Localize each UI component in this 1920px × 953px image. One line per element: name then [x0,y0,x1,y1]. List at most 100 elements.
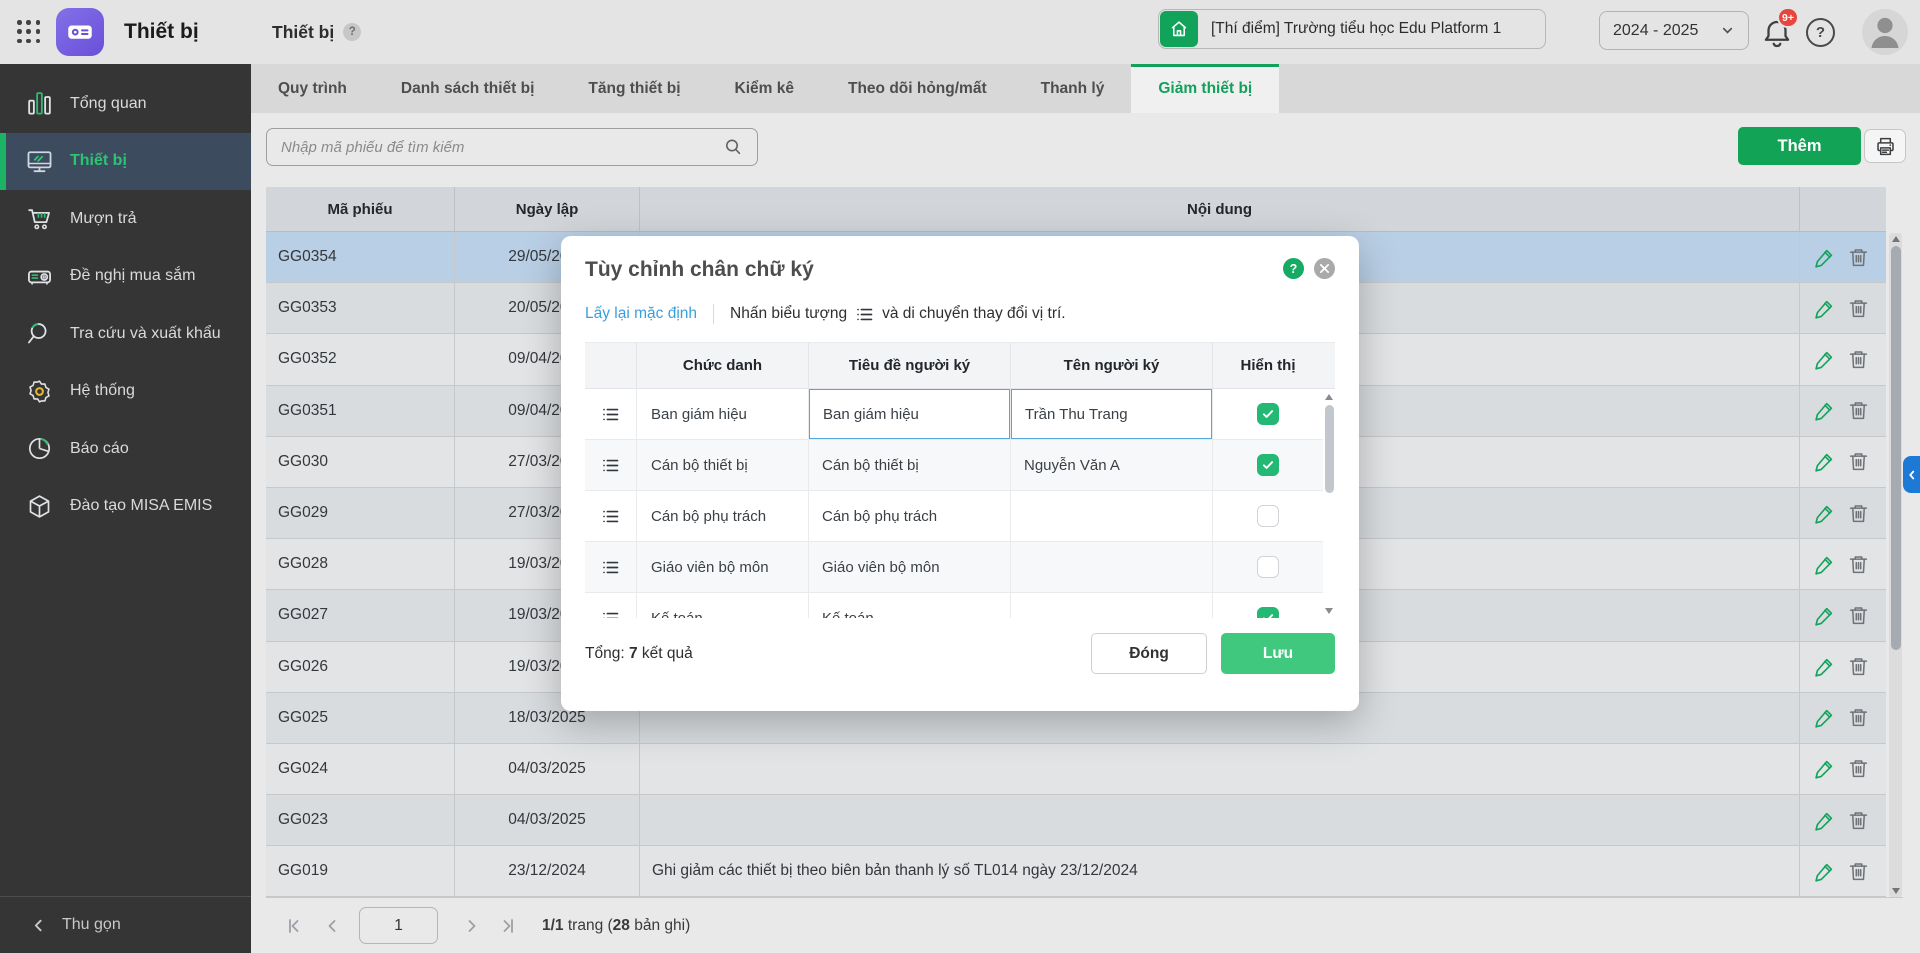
tab-3[interactable]: Kiểm kê [708,64,821,113]
visibility-checkbox[interactable] [1257,403,1279,425]
delete-icon[interactable] [1847,604,1870,627]
add-button[interactable]: Thêm [1738,127,1861,165]
sidebar-item-6[interactable]: Báo cáo [0,420,251,478]
sidebar-item-7[interactable]: Đào tạo MISA EMIS [0,478,251,536]
sidebar-collapse-button[interactable]: Thu gọn [0,896,251,953]
app-grid-icon[interactable] [17,20,41,44]
edit-icon[interactable] [1813,706,1836,729]
delete-icon[interactable] [1847,502,1870,525]
signer-title-field[interactable]: Kế toán [809,593,1011,618]
delete-icon[interactable] [1847,450,1870,473]
drag-handle-icon[interactable] [585,542,637,592]
help-icon[interactable]: ? [1806,18,1835,47]
modal-scrollbar[interactable] [1323,390,1335,618]
search-icon[interactable] [723,137,743,157]
scroll-down-arrow-icon[interactable] [1891,888,1900,894]
signer-title-field[interactable]: Cán bộ thiết bị [809,440,1011,490]
delete-icon[interactable] [1847,297,1870,320]
signer-title-field[interactable]: Cán bộ phụ trách [809,491,1011,541]
school-selector[interactable]: [Thí điểm] Trường tiểu học Edu Platform … [1158,9,1546,49]
edit-icon[interactable] [1813,399,1836,422]
signer-name-field[interactable] [1011,542,1213,592]
vertical-scrollbar[interactable] [1889,233,1902,897]
signer-title-field[interactable]: Giáo viên bộ môn [809,542,1011,592]
edit-icon[interactable] [1813,757,1836,780]
page-number-input[interactable]: 1 [359,907,438,944]
delete-icon[interactable] [1847,757,1870,780]
notification-bell-icon[interactable]: 9+ [1760,7,1799,50]
visibility-checkbox[interactable] [1257,607,1279,618]
sidebar-item-4[interactable]: Tra cứu và xuất khẩu [0,305,251,363]
sidebar-item-0[interactable]: Tổng quan [0,75,251,133]
signer-title-field[interactable]: Ban giám hiệu [809,389,1011,439]
modal-close-icon[interactable] [1314,258,1335,279]
voucher-code-cell: GG030 [266,436,455,487]
table-row[interactable]: GG019 23/12/2024 Ghi giảm các thiết bị t… [266,846,1886,898]
delete-icon[interactable] [1847,553,1870,576]
tab-5[interactable]: Thanh lý [1014,64,1132,113]
edit-icon[interactable] [1813,553,1836,576]
close-button[interactable]: Đóng [1091,633,1207,674]
modal-help-icon[interactable]: ? [1283,258,1304,279]
tab-4[interactable]: Theo dõi hỏng/mất [821,64,1014,113]
visibility-checkbox[interactable] [1257,505,1279,527]
delete-icon[interactable] [1847,348,1870,371]
voucher-content-cell [640,743,1800,795]
sidebar-item-1[interactable]: Thiết bị [0,132,251,190]
visibility-checkbox[interactable] [1257,454,1279,476]
delete-icon[interactable] [1847,706,1870,729]
signer-name-field[interactable] [1011,593,1213,618]
scroll-up-arrow-icon[interactable] [1891,236,1900,242]
next-page-icon[interactable] [462,916,482,936]
school-year-select[interactable]: 2024 - 2025 [1599,11,1749,50]
edit-icon[interactable] [1813,502,1836,525]
edit-icon[interactable] [1813,297,1836,320]
scrollbar-thumb[interactable] [1325,405,1334,493]
app-logo-projector-icon[interactable] [56,8,104,56]
edit-icon[interactable] [1813,809,1836,832]
sidebar-item-3[interactable]: Đề nghị mua sắm [0,248,251,306]
delete-icon[interactable] [1847,246,1870,269]
edit-icon[interactable] [1813,860,1836,883]
edit-icon[interactable] [1813,348,1836,371]
scroll-up-arrow-icon[interactable] [1325,394,1333,400]
drag-handle-icon[interactable] [585,389,637,439]
side-panel-toggle[interactable] [1903,456,1920,493]
table-row[interactable]: GG023 04/03/2025 [266,795,1886,847]
scrollbar-thumb[interactable] [1890,246,1901,650]
delete-icon[interactable] [1847,809,1870,832]
last-page-icon[interactable] [498,916,518,936]
visibility-checkbox[interactable] [1257,556,1279,578]
prev-page-icon[interactable] [322,916,342,936]
avatar[interactable] [1862,9,1908,55]
page-help-icon[interactable]: ? [343,23,362,41]
edit-icon[interactable] [1813,450,1836,473]
delete-icon[interactable] [1847,399,1870,422]
edit-icon[interactable] [1813,246,1836,269]
sidebar-item-5[interactable]: Hệ thống [0,363,251,421]
save-button[interactable]: Lưu [1221,633,1335,674]
delete-icon[interactable] [1847,860,1870,883]
tab-0[interactable]: Quy trình [251,64,374,113]
signer-name-field[interactable] [1011,491,1213,541]
table-row[interactable]: GG024 04/03/2025 [266,743,1886,796]
tab-1[interactable]: Danh sách thiết bị [374,64,562,113]
drag-handle-icon[interactable] [585,440,637,490]
tab-2[interactable]: Tăng thiết bị [561,64,707,113]
reset-default-link[interactable]: Lấy lại mặc định [585,305,697,323]
sidebar-item-2[interactable]: Mượn trả [0,190,251,248]
drag-handle-icon[interactable] [585,491,637,541]
signer-name-field[interactable]: Trần Thu Trang [1011,389,1213,439]
scroll-down-arrow-icon[interactable] [1325,608,1333,614]
first-page-icon[interactable] [284,916,304,936]
sidebar: Tổng quan Thiết bị Mượn trả Đề nghị mua sắm… [0,64,251,953]
signer-name-field[interactable]: Nguyễn Văn A [1011,440,1213,490]
tab-6[interactable]: Giảm thiết bị [1131,64,1280,113]
print-button[interactable] [1864,129,1906,163]
delete-icon[interactable] [1847,655,1870,678]
edit-icon[interactable] [1813,604,1836,627]
chevron-down-icon [1720,23,1735,38]
search-input[interactable] [266,128,758,166]
drag-handle-icon[interactable] [585,593,637,618]
edit-icon[interactable] [1813,655,1836,678]
